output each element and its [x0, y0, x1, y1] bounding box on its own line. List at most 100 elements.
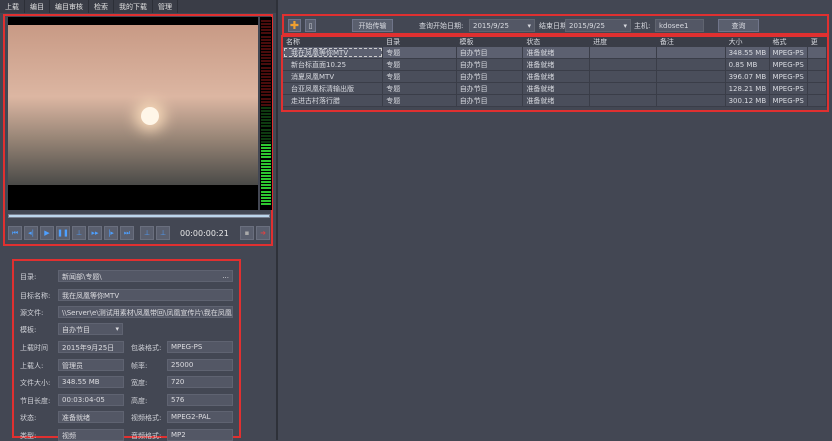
mark-out-icon[interactable]: ⊥	[156, 226, 170, 240]
info-field[interactable]: MPEG2-PAL	[167, 411, 233, 423]
info-field[interactable]: 00:03:04-05	[58, 393, 124, 406]
info-field[interactable]: 25000	[167, 358, 233, 371]
info-label: 状态:	[20, 414, 37, 422]
menu-catalog[interactable]: 编目	[25, 0, 50, 13]
vu-segment	[261, 51, 271, 53]
table-cell: 台亚凤凰标清输出版	[283, 83, 384, 94]
info-label: 上载人:	[20, 361, 44, 370]
table-cell: 自办节目	[457, 47, 524, 58]
table-cell: 128.21 MB	[726, 83, 770, 94]
browse-button[interactable]: ...	[222, 272, 229, 280]
column-header[interactable]: 模板	[457, 37, 524, 47]
table-cell	[657, 59, 726, 70]
column-header[interactable]: 备注	[657, 37, 726, 47]
video-preview	[8, 17, 258, 210]
table-cell: 准备就绪	[523, 47, 591, 58]
table-cell: 自办节目	[457, 83, 524, 94]
stop-icon[interactable]: ⊥	[72, 226, 86, 240]
query-button[interactable]: 查询	[718, 19, 759, 32]
delete-icon[interactable]: ▯	[305, 19, 316, 32]
go-start-icon[interactable]: ⏮	[8, 226, 22, 240]
panel-splitter[interactable]	[276, 0, 278, 440]
play-icon[interactable]: ▶	[40, 226, 54, 240]
host-field[interactable]: kdosee1	[655, 19, 704, 32]
table-cell: 准备就绪	[523, 59, 591, 70]
table-cell: 396.07 MB	[726, 71, 770, 82]
info-field[interactable]: 准备就绪	[58, 411, 124, 423]
menu-my-downloads[interactable]: 我的下载	[114, 0, 153, 13]
vu-segment	[261, 153, 271, 156]
info-field[interactable]: 2015年9月25日	[58, 341, 124, 353]
dir-field[interactable]: 新闻部\专题\...	[58, 270, 233, 282]
column-header[interactable]: 更	[808, 37, 827, 47]
start-date-picker[interactable]: 2015/9/25 ▾	[469, 19, 535, 32]
vu-segment	[261, 57, 271, 60]
mark-in-icon[interactable]: ⊥	[140, 226, 154, 240]
exit-icon[interactable]: ➜	[256, 226, 270, 240]
column-header[interactable]: 大小	[726, 37, 770, 47]
pause-icon[interactable]: ❚❚	[56, 226, 70, 240]
table-cell	[657, 47, 726, 58]
table-cell	[808, 95, 827, 106]
vu-segment	[261, 72, 271, 75]
vu-segment	[261, 131, 271, 134]
table-row[interactable]: 消夏凤凰MTV 专题 自办节目 准备就绪 396.07 MB MPEG-PS	[283, 71, 827, 83]
menu-search[interactable]: 检索	[89, 0, 114, 13]
info-field[interactable]: 管理员	[58, 358, 124, 371]
table-cell: MPEG-PS	[770, 83, 808, 94]
vu-segment	[261, 122, 271, 125]
vu-segment	[261, 44, 271, 47]
info-field[interactable]: 视频	[58, 428, 124, 441]
go-end-icon[interactable]: ⏭	[120, 226, 134, 240]
vu-segment	[261, 41, 271, 44]
table-cell: 专题	[383, 47, 457, 58]
column-header[interactable]: 名称	[283, 37, 384, 47]
menu-catalog-review[interactable]: 编目审核	[50, 0, 89, 13]
info-field[interactable]: 348.55 MB	[58, 376, 124, 388]
vu-segment	[261, 100, 271, 103]
info-field[interactable]: MP2	[167, 428, 233, 441]
info-field[interactable]: 720	[167, 376, 233, 388]
column-header[interactable]: 目录	[383, 37, 457, 47]
add-icon[interactable]: ✚	[288, 19, 301, 32]
vu-segment	[261, 75, 271, 78]
info-field[interactable]: 576	[167, 393, 233, 406]
table-cell	[590, 71, 657, 82]
name-field[interactable]: 我在凤凰等你MTV	[58, 289, 233, 301]
table-row[interactable]: 走进古村落行腊 专题 自办节目 准备就绪 300.12 MB MPEG-PS	[283, 95, 827, 107]
table-row[interactable]: 我在凤凰等你MTV 专题 自办节目 准备就绪 348.55 MB MPEG-PS	[283, 47, 827, 59]
vu-segment	[261, 66, 271, 69]
menu-admin[interactable]: 管理	[153, 0, 178, 13]
vu-segment	[261, 54, 271, 57]
file-info-panel: 目录: 新闻部\专题\... 目标名称: 我在凤凰等你MTV 源文件: \\Se…	[12, 259, 241, 441]
vu-segment	[261, 20, 271, 22]
save-icon[interactable]: ▪	[240, 226, 254, 240]
table-cell: MPEG-PS	[770, 95, 808, 106]
table-cell: 自办节目	[457, 95, 524, 106]
chevron-down-icon: ▾	[527, 21, 531, 30]
playback-scrubber[interactable]	[8, 214, 270, 218]
src-field[interactable]: \\Server\e\测试用素材\凤凰带回\凤凰宣传片\我在凤凰等	[58, 306, 233, 318]
info-field[interactable]: MPEG-PS	[167, 341, 233, 353]
vu-segment	[261, 82, 271, 84]
step-forward-icon[interactable]: |▸	[104, 226, 118, 240]
step-back-icon[interactable]: ◂|	[24, 226, 38, 240]
table-cell: 专题	[383, 71, 457, 82]
table-row[interactable]: 新台标直面10.25 专题 自办节目 准备就绪 0.85 MB MPEG-PS	[283, 59, 827, 71]
start-transfer-button[interactable]: 开始传输	[352, 19, 393, 32]
column-header[interactable]: 进度	[590, 37, 657, 47]
fast-forward-icon[interactable]: ▸▸	[88, 226, 102, 240]
template-select[interactable]: 自办节目 ▾	[58, 323, 123, 335]
column-header[interactable]: 状态	[523, 37, 591, 47]
menu-upload[interactable]: 上载	[0, 0, 25, 13]
end-date-picker[interactable]: 2015/9/25 ▾	[565, 19, 631, 32]
table-cell: 300.12 MB	[726, 95, 770, 106]
vu-segment	[261, 150, 271, 153]
vu-segment	[261, 199, 271, 202]
column-header[interactable]: 格式	[770, 37, 808, 47]
table-row[interactable]: 台亚凤凰标清输出版 专题 自办节目 准备就绪 128.21 MB MPEG-PS	[283, 83, 827, 95]
menu-bar: 上载 编目 编目审核 检索 我的下载 管理	[0, 0, 276, 13]
vu-segment	[261, 32, 271, 35]
vu-segment	[261, 147, 271, 150]
vu-segment	[261, 196, 271, 199]
